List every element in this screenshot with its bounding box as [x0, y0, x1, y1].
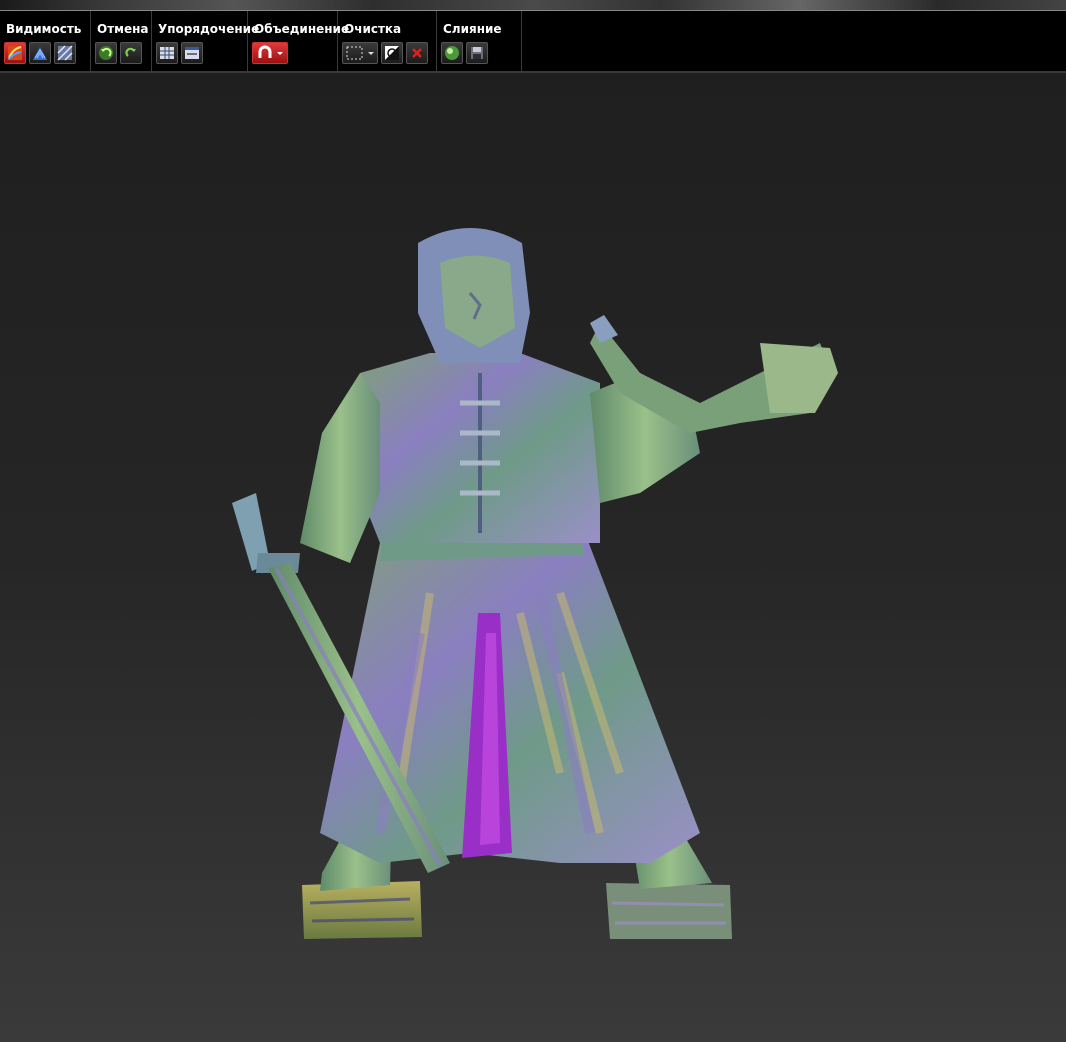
delete-icon	[412, 48, 422, 58]
delete-button[interactable]	[406, 42, 428, 64]
merge-button[interactable]	[441, 42, 463, 64]
selection-rect-dropdown-button[interactable]	[342, 42, 378, 64]
save-button[interactable]	[466, 42, 488, 64]
invert-selection-icon	[385, 46, 399, 60]
redo-icon	[125, 47, 136, 57]
undo-icon	[99, 46, 113, 60]
visibility-scan-button[interactable]	[29, 42, 51, 64]
visibility-mesh-button[interactable]	[54, 42, 76, 64]
window-top-strip	[0, 0, 1066, 11]
ribbon-toolbar: Видимость Отмена Упорядочение Объединени…	[0, 11, 1066, 73]
visibility-color-button[interactable]	[4, 42, 26, 64]
merge-sphere-icon	[445, 46, 459, 60]
group-merge: Слияние	[437, 11, 522, 71]
magnet-icon	[258, 45, 283, 58]
invert-selection-button[interactable]	[381, 42, 403, 64]
3d-viewport[interactable]	[0, 73, 1066, 1042]
redo-button[interactable]	[120, 42, 142, 64]
selection-rect-icon	[346, 46, 374, 60]
group-arrange-title: Упорядочение	[158, 22, 260, 36]
group-arrange: Упорядочение	[152, 11, 259, 71]
save-icon	[471, 47, 483, 59]
group-combine-title: Объединение	[254, 22, 350, 36]
list-view-button[interactable]	[181, 42, 203, 64]
visibility-scan-icon	[33, 47, 47, 60]
magnet-dropdown-button[interactable]	[252, 42, 288, 64]
list-view-icon	[185, 47, 199, 59]
group-cleanup-title: Очистка	[344, 22, 402, 36]
group-visibility: Видимость	[0, 11, 91, 71]
group-undo: Отмена	[91, 11, 152, 71]
undo-button[interactable]	[95, 42, 117, 64]
group-combine: Объединение	[248, 11, 349, 71]
scanned-figure-model	[232, 228, 838, 939]
grid-view-icon	[160, 47, 174, 59]
group-visibility-title: Видимость	[6, 22, 82, 36]
group-cleanup: Очистка	[338, 11, 437, 71]
group-undo-title: Отмена	[97, 22, 149, 36]
visibility-mesh-icon	[57, 45, 73, 61]
visibility-color-icon	[8, 46, 22, 60]
group-merge-title: Слияние	[443, 22, 502, 36]
grid-view-button[interactable]	[156, 42, 178, 64]
